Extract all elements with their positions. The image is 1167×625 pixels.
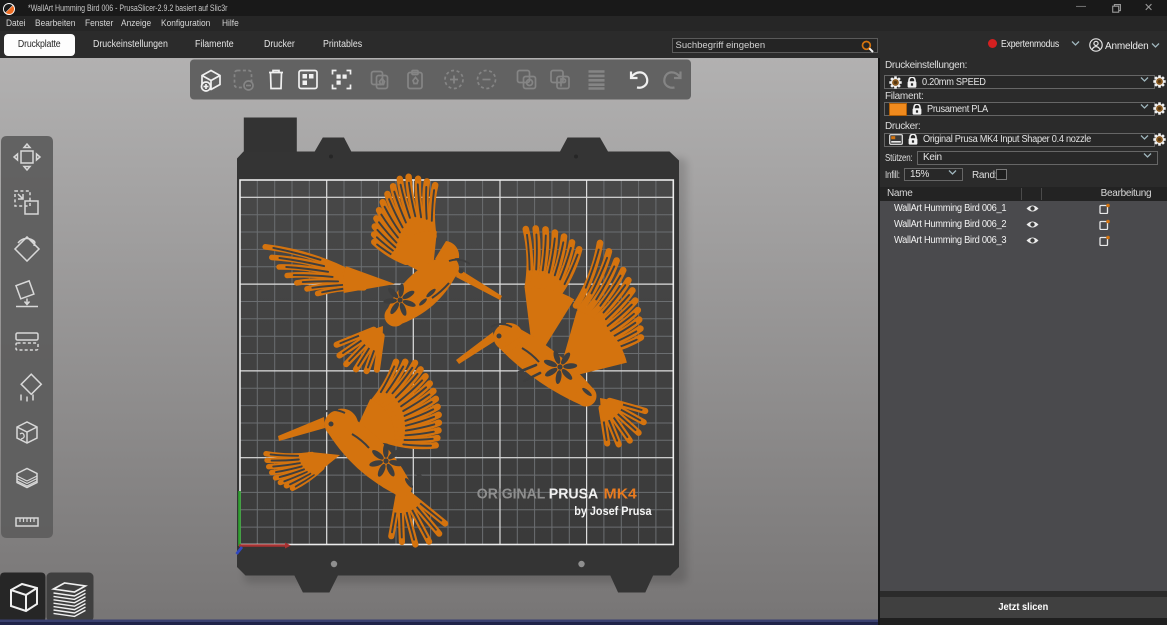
svg-text:ORIGINALPRUSAMK4: ORIGINAL PRUSA MK4 — [477, 486, 637, 503]
svg-text:by Josef Prusa: by Josef Prusa — [574, 504, 652, 518]
